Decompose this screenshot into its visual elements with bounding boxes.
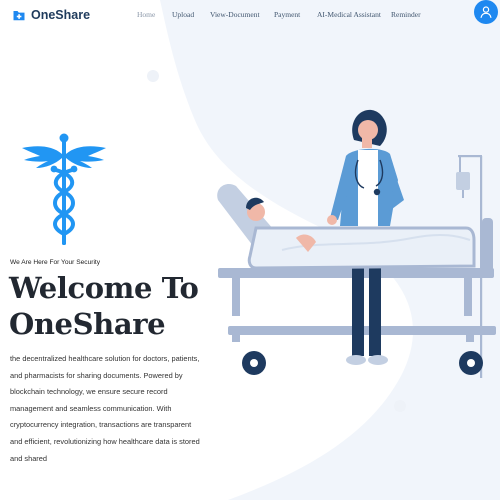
brand-logo[interactable]: OneShare: [12, 5, 90, 25]
navbar: OneShare Home Upload View-Document Payme…: [0, 0, 500, 30]
profile-button[interactable]: [474, 0, 498, 24]
nav-ai-medical-assistant-link[interactable]: AI-Medical Assistant: [317, 10, 381, 19]
medical-folder-icon: [13, 11, 25, 21]
user-icon: [480, 6, 492, 18]
nav-reminder-link[interactable]: Reminder: [391, 10, 421, 19]
brand-name: OneShare: [31, 8, 91, 22]
hero-eyebrow: We Are Here For Your Security: [10, 259, 101, 266]
hero-title: Welcome To OneShare: [9, 270, 199, 342]
nav-upload-link[interactable]: Upload: [172, 10, 194, 19]
doctor-and-patient-illustration: [217, 109, 496, 378]
nav-payment-link[interactable]: Payment: [274, 10, 300, 19]
hero-title-line-1: Welcome To: [9, 271, 199, 305]
hero-title-line-2: OneShare: [9, 307, 166, 341]
nav-view-document-link[interactable]: View-Document: [210, 10, 260, 19]
hero-description: the decentralized healthcare solution fo…: [10, 354, 200, 463]
caduceus-icon: [22, 133, 106, 245]
nav-home-link[interactable]: Home: [137, 10, 155, 19]
